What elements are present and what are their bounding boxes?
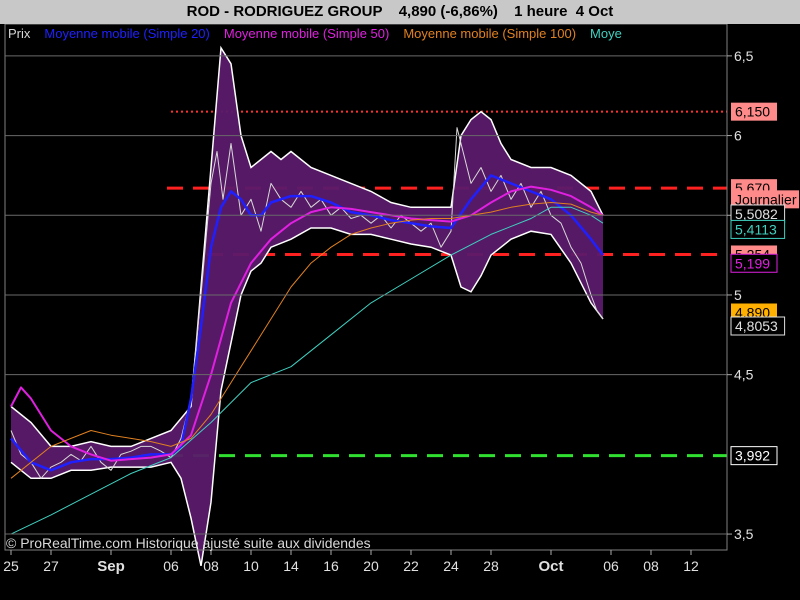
chart-header: ROD - RODRIGUEZ GROUP 4,890 (-6,86%) 1 h… bbox=[0, 0, 800, 24]
x-tick-label: 27 bbox=[43, 558, 59, 574]
price-chart: 6,565,554,53,52527Sep060810141620222428O… bbox=[0, 0, 800, 600]
symbol-name: ROD - RODRIGUEZ GROUP bbox=[186, 3, 383, 20]
x-tick-label: 24 bbox=[443, 558, 459, 574]
x-tick-label: Oct bbox=[538, 558, 563, 575]
legend-item: Moyenne mobile (Simple 50) bbox=[224, 26, 389, 41]
price-label-text: 3,992 bbox=[735, 448, 770, 464]
x-tick-label: 12 bbox=[683, 558, 699, 574]
x-tick-label: 08 bbox=[643, 558, 659, 574]
price-label-text: 5,4113 bbox=[735, 221, 777, 237]
timeframe: 1 heure 4 Oct bbox=[514, 3, 614, 20]
copyright-note: © ProRealTime.com Historique ajusté suit… bbox=[6, 535, 371, 551]
x-tick-label: 22 bbox=[403, 558, 419, 574]
legend-item: Moye bbox=[590, 26, 622, 41]
legend: Prix Moyenne mobile (Simple 20) Moyenne mo… bbox=[8, 26, 622, 41]
y-tick-label: 5 bbox=[734, 287, 742, 303]
x-tick-label: 06 bbox=[603, 558, 619, 574]
x-tick-label: 25 bbox=[3, 558, 19, 574]
price-label-text: 5,5082 bbox=[735, 206, 778, 222]
x-tick-label: 28 bbox=[483, 558, 499, 574]
y-tick-label: 3,5 bbox=[734, 526, 754, 542]
x-tick-label: Sep bbox=[97, 558, 125, 575]
legend-item: Moyenne mobile (Simple 100) bbox=[403, 26, 576, 41]
x-tick-label: 08 bbox=[203, 558, 219, 574]
price-label-text: 6,150 bbox=[735, 104, 770, 120]
y-tick-label: 6 bbox=[734, 128, 742, 144]
x-tick-label: 06 bbox=[163, 558, 179, 574]
y-tick-label: 6,5 bbox=[734, 48, 754, 64]
quote: 4,890 (-6,86%) bbox=[398, 3, 498, 20]
y-tick-label: 4,5 bbox=[734, 367, 754, 383]
x-tick-label: 10 bbox=[243, 558, 259, 574]
legend-item: Moyenne mobile (Simple 20) bbox=[44, 26, 209, 41]
price-label-text: 4,8053 bbox=[735, 318, 778, 334]
x-tick-label: 14 bbox=[283, 558, 299, 574]
price-label-text: 5,199 bbox=[735, 255, 770, 271]
legend-item: Prix bbox=[8, 26, 31, 41]
x-tick-label: 16 bbox=[323, 558, 339, 574]
x-tick-label: 20 bbox=[363, 558, 379, 574]
